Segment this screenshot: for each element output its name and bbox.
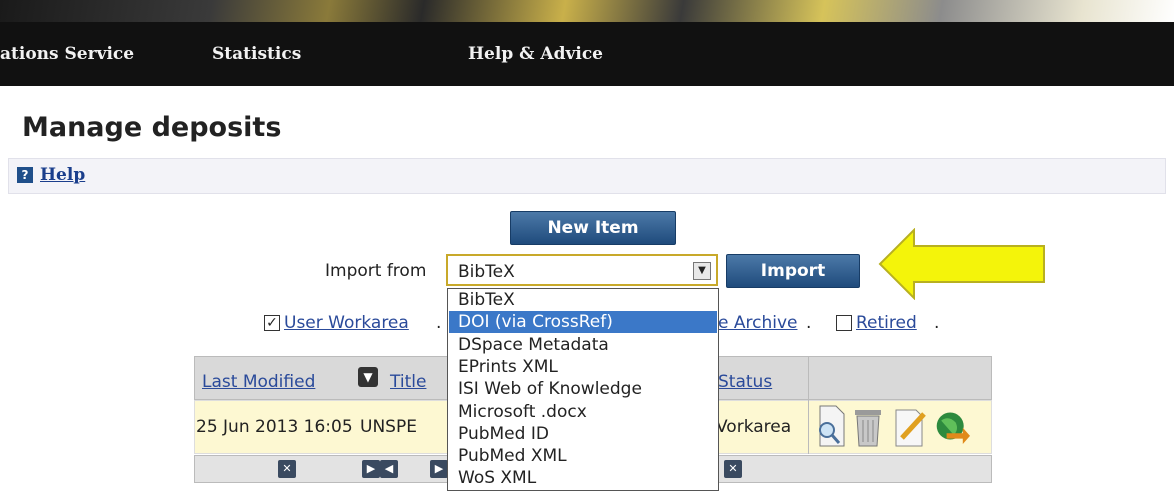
column-control-icon[interactable]: ▶ (430, 460, 448, 478)
retired-checkbox[interactable] (836, 315, 852, 331)
option-dspace-metadata[interactable]: DSpace Metadata (449, 334, 717, 356)
live-archive-label[interactable]: e Archive (718, 313, 797, 333)
nav-item-help-advice[interactable]: Help & Advice (468, 44, 603, 64)
separator-dot: . (436, 313, 442, 333)
column-divider (808, 356, 809, 454)
option-bibtex[interactable]: BibTeX (449, 289, 717, 311)
move-right-icon[interactable]: ▶ (362, 460, 380, 478)
user-workarea-checkbox[interactable]: ✓ (264, 315, 280, 331)
cell-last-modified: 25 Jun 2013 16:05 (196, 417, 353, 437)
cell-status: Vorkarea (716, 417, 792, 437)
option-pubmed-xml[interactable]: PubMed XML (449, 445, 717, 467)
option-wos-xml[interactable]: WoS XML (449, 467, 717, 489)
deposit-globe-icon[interactable] (934, 402, 970, 450)
arrow-annotation-icon (878, 228, 1045, 300)
sort-icon[interactable]: ▼ (358, 367, 378, 387)
help-icon[interactable]: ? (17, 167, 33, 183)
import-from-label: Import from (325, 261, 427, 281)
move-left-icon[interactable]: ◀ (380, 460, 398, 478)
user-workarea-label[interactable]: User Workarea (284, 313, 409, 333)
cell-title: UNSPE (360, 417, 417, 437)
nav-item-statistics[interactable]: Statistics (212, 44, 301, 64)
new-item-button[interactable]: New Item (510, 211, 676, 245)
header-title[interactable]: Title (390, 372, 426, 392)
option-isi-web-of-knowledge[interactable]: ISI Web of Knowledge (449, 378, 717, 400)
help-bar (8, 158, 1166, 194)
header-status[interactable]: Status (718, 372, 772, 392)
chevron-down-icon[interactable]: ▼ (693, 262, 711, 280)
option-pubmed-id[interactable]: PubMed ID (449, 423, 717, 445)
nav-item-publications-service[interactable]: ations Service (0, 44, 134, 64)
header-last-modified[interactable]: Last Modified (202, 372, 315, 392)
page-title: Manage deposits (22, 112, 282, 143)
import-button[interactable]: Import (726, 254, 860, 288)
help-link[interactable]: Help (40, 165, 85, 185)
option-microsoft-docx[interactable]: Microsoft .docx (449, 401, 717, 423)
option-eprints-xml[interactable]: EPrints XML (449, 356, 717, 378)
trash-icon[interactable] (850, 402, 886, 450)
import-format-value: BibTeX (458, 262, 515, 282)
separator-dot: . (806, 313, 812, 333)
retired-label[interactable]: Retired (856, 313, 917, 333)
remove-column-icon[interactable]: ✕ (278, 460, 296, 478)
edit-icon[interactable] (892, 402, 928, 450)
remove-column-icon[interactable]: ✕ (724, 460, 742, 478)
option-doi-crossref[interactable]: DOI (via CrossRef) (449, 311, 717, 333)
view-icon[interactable] (812, 402, 848, 450)
separator-dot: . (934, 313, 940, 333)
